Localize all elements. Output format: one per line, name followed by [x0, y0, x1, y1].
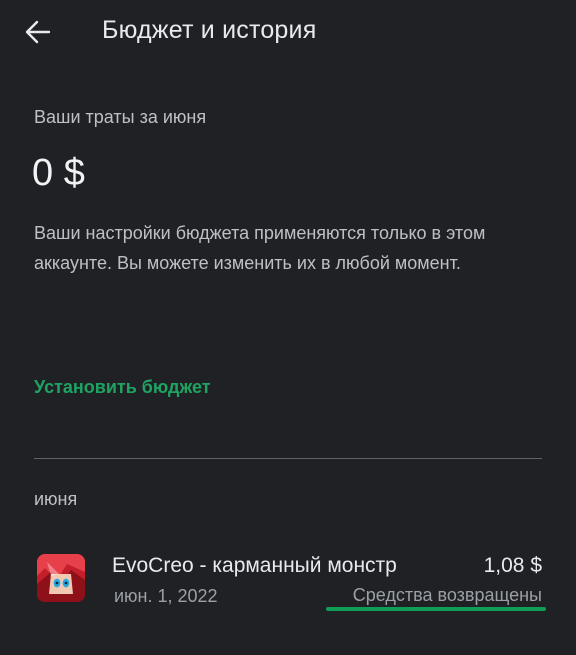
spend-period-label: Ваши траты за июня	[34, 107, 207, 127]
set-budget-button[interactable]: Установить бюджет	[34, 377, 211, 398]
status-highlight-underline	[326, 607, 546, 611]
budget-settings-note: Ваши настройки бюджета применяются тольк…	[34, 223, 486, 273]
history-month-header: июня	[34, 489, 78, 509]
arrow-left-icon	[25, 20, 51, 44]
app-name: EvoCreo - карманный монстр	[112, 554, 397, 577]
spend-amount: 0 $	[32, 152, 85, 194]
page-title: Бюджет и история	[102, 16, 317, 44]
top-app-bar: Бюджет и история	[0, 0, 576, 64]
purchase-price: 1,08 $	[483, 554, 542, 577]
refund-status: Средства возвращены	[352, 585, 542, 605]
evocreo-app-icon	[37, 554, 85, 602]
section-divider	[34, 458, 542, 459]
back-button[interactable]	[18, 14, 58, 50]
purchase-date: июн. 1, 2022	[114, 586, 218, 606]
